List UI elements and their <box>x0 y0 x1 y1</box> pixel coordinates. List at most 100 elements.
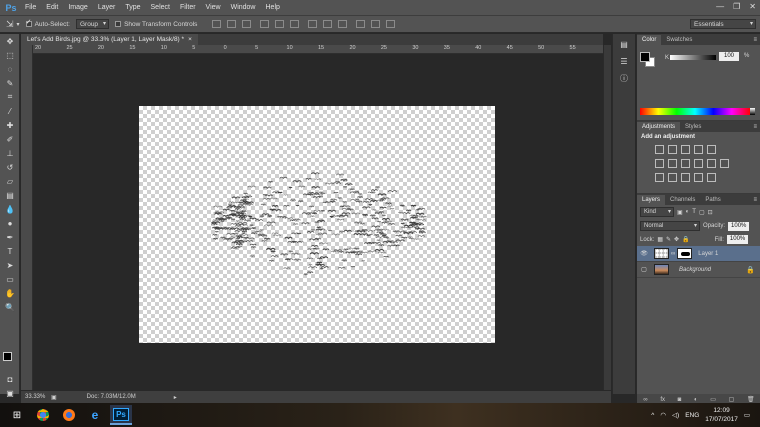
chrome-icon[interactable] <box>32 405 54 425</box>
brightness-contrast-icon[interactable] <box>655 145 664 154</box>
move-tool-icon[interactable]: ⇲ ▾ <box>6 19 20 30</box>
filter-pixel-icon[interactable]: ▣ <box>677 209 683 216</box>
opacity-value[interactable]: 100% <box>728 221 750 231</box>
add-mask-icon[interactable]: ◙ <box>678 397 682 403</box>
delete-layer-icon[interactable]: 🗑 <box>747 396 755 403</box>
crop-tool-icon[interactable]: ⌗ <box>0 90 20 104</box>
layer-filter-kind[interactable]: Kind <box>640 207 674 217</box>
eyedropper-tool-icon[interactable]: ⁄ <box>0 104 20 118</box>
filter-adjustment-icon[interactable]: ◐ <box>686 209 690 215</box>
dodge-tool-icon[interactable]: ● <box>0 216 20 230</box>
layer-visibility-toggle[interactable]: ▢ <box>637 266 651 273</box>
volume-icon[interactable]: ◁) <box>672 411 679 419</box>
firefox-icon[interactable] <box>58 405 80 425</box>
menu-select[interactable]: Select <box>146 4 175 11</box>
marquee-tool-icon[interactable]: ⬚ <box>0 48 20 62</box>
menu-filter[interactable]: Filter <box>175 4 201 11</box>
threshold-icon[interactable] <box>681 173 690 182</box>
distribute-bottom-icon[interactable] <box>338 20 348 28</box>
rectangle-tool-icon[interactable]: ▭ <box>0 272 20 286</box>
k-channel-slider[interactable] <box>670 55 716 60</box>
language-indicator[interactable]: ENG <box>685 412 699 419</box>
distribute-vcenter-icon[interactable] <box>323 20 333 28</box>
menu-image[interactable]: Image <box>63 4 92 11</box>
tab-layers[interactable]: Layers <box>637 195 666 205</box>
status-info-icon[interactable]: ▣ <box>51 394 57 401</box>
invert-icon[interactable] <box>655 173 664 182</box>
color-panel-menu-icon[interactable]: ≡ <box>753 35 757 45</box>
foreground-background-colors[interactable] <box>3 352 17 366</box>
gradient-tool-icon[interactable]: ▤ <box>0 188 20 202</box>
k-channel-value[interactable]: 100 <box>719 52 739 61</box>
distribute-top-icon[interactable] <box>308 20 318 28</box>
minimize-button[interactable]: — <box>716 2 724 11</box>
background-thumbnail[interactable] <box>654 264 669 275</box>
layer-row-layer-1[interactable]: 👁 ∞ Layer 1 <box>637 246 760 262</box>
layer-style-fx-icon[interactable]: fx <box>660 397 665 403</box>
workspace-dropdown[interactable]: Essentials <box>690 19 756 29</box>
vertical-scrollbar[interactable] <box>603 45 611 390</box>
align-hcenter-icon[interactable] <box>275 20 285 28</box>
distribute-left-icon[interactable] <box>356 20 366 28</box>
lock-image-icon[interactable]: ✎ <box>666 236 671 243</box>
layer-name[interactable]: Background <box>679 267 711 273</box>
document-tab[interactable]: Let's Add Birds.jpg @ 33.3% (Layer 1, La… <box>21 34 198 45</box>
filter-shape-icon[interactable]: ▢ <box>699 209 705 216</box>
close-button[interactable]: ✕ <box>749 2 756 11</box>
document-tab-close-icon[interactable]: × <box>188 34 192 45</box>
layers-panel-menu-icon[interactable]: ≡ <box>753 195 757 205</box>
menu-window[interactable]: Window <box>226 4 261 11</box>
menu-edit[interactable]: Edit <box>41 4 63 11</box>
filter-smart-object-icon[interactable]: ⊡ <box>708 209 713 216</box>
tab-channels[interactable]: Channels <box>665 195 700 205</box>
distribute-hcenter-icon[interactable] <box>371 20 381 28</box>
distribute-right-icon[interactable] <box>386 20 396 28</box>
align-vcenter-icon[interactable] <box>227 20 237 28</box>
blend-mode-dropdown[interactable]: Normal <box>640 221 700 231</box>
hue-saturation-icon[interactable] <box>655 159 664 168</box>
selective-color-icon[interactable] <box>707 173 716 182</box>
maximize-button[interactable]: ❐ <box>733 2 740 11</box>
info-panel-icon[interactable]: ⓘ <box>615 71 633 85</box>
fill-value[interactable]: 100% <box>726 235 749 244</box>
align-left-icon[interactable] <box>260 20 270 28</box>
clock[interactable]: 12:09 17/07/2017 <box>705 406 738 424</box>
status-menu-arrow-icon[interactable]: ▸ <box>174 394 177 401</box>
new-group-icon[interactable]: ▭ <box>710 396 716 403</box>
network-icon[interactable]: ◠ <box>660 411 666 419</box>
move-tool-icon[interactable]: ✥ <box>0 34 20 48</box>
zoom-tool-icon[interactable]: 🔍 <box>0 300 20 314</box>
hand-tool-icon[interactable]: ✋ <box>0 286 20 300</box>
healing-brush-tool-icon[interactable]: ✚ <box>0 118 20 132</box>
tray-expand-icon[interactable]: ^ <box>651 412 654 419</box>
screen-mode-icon[interactable]: ▣ <box>0 386 20 400</box>
pen-tool-icon[interactable]: ✒ <box>0 230 20 244</box>
menu-type[interactable]: Type <box>120 4 145 11</box>
path-selection-tool-icon[interactable]: ➤ <box>0 258 20 272</box>
properties-panel-icon[interactable]: ☰ <box>615 54 633 68</box>
photo-filter-icon[interactable] <box>694 159 703 168</box>
gradient-map-icon[interactable] <box>694 173 703 182</box>
black-white-icon[interactable] <box>681 159 690 168</box>
menu-layer[interactable]: Layer <box>93 4 121 11</box>
channel-mixer-icon[interactable] <box>707 159 716 168</box>
type-tool-icon[interactable]: T <box>0 244 20 258</box>
posterize-icon[interactable] <box>668 173 677 182</box>
lock-position-icon[interactable]: ✥ <box>674 236 679 243</box>
history-brush-tool-icon[interactable]: ↺ <box>0 160 20 174</box>
quick-mask-icon[interactable]: ◘ <box>0 372 20 386</box>
menu-view[interactable]: View <box>201 4 226 11</box>
tab-swatches[interactable]: Swatches <box>661 35 697 45</box>
color-balance-icon[interactable] <box>668 159 677 168</box>
lasso-tool-icon[interactable]: ◌ <box>0 62 20 76</box>
brush-tool-icon[interactable]: ✐ <box>0 132 20 146</box>
tab-adjustments[interactable]: Adjustments <box>637 122 681 132</box>
photoshop-taskbar-button[interactable]: Ps <box>110 405 132 425</box>
clone-stamp-tool-icon[interactable]: ⊥ <box>0 146 20 160</box>
align-top-icon[interactable] <box>212 20 222 28</box>
foreground-color-swatch[interactable] <box>3 352 12 361</box>
auto-select-checkbox[interactable]: Auto-Select: <box>25 18 70 28</box>
layer-name[interactable]: Layer 1 <box>698 251 718 257</box>
zoom-level[interactable]: 33.33% <box>21 394 47 400</box>
layer-row-background[interactable]: ▢ Background 🔒 <box>637 262 760 278</box>
